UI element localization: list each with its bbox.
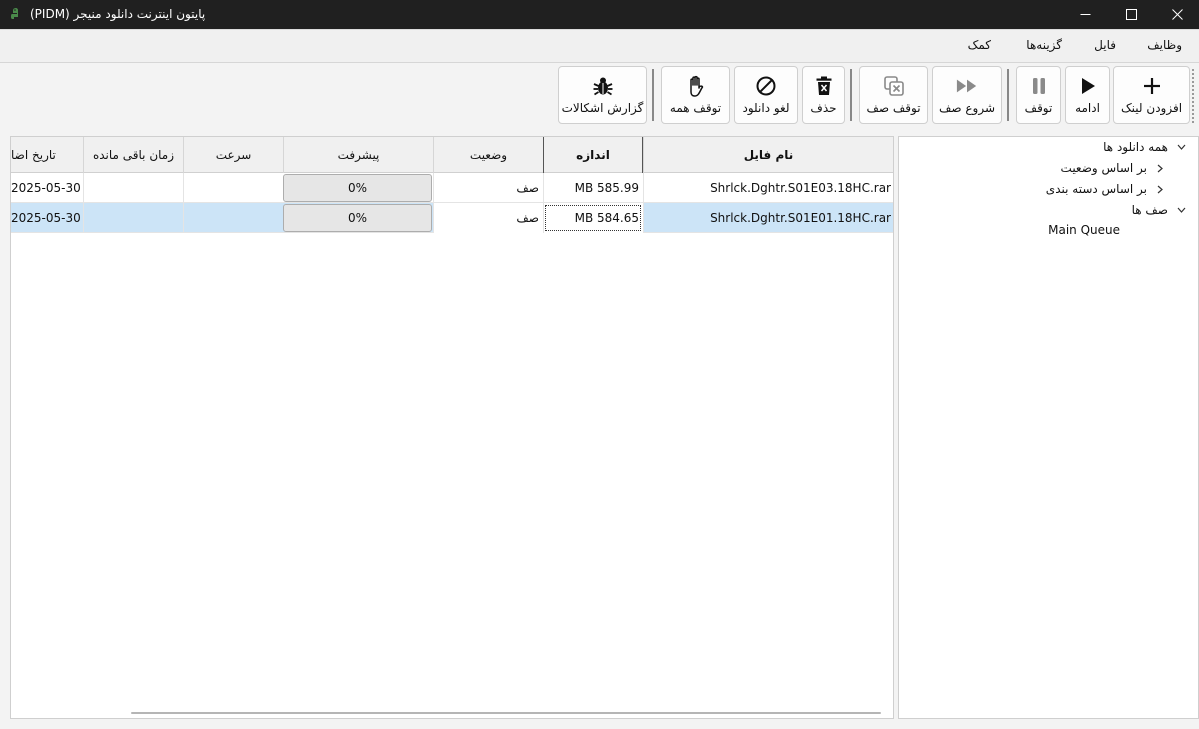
- column-header-file-name[interactable]: نام فایل: [643, 137, 893, 173]
- chevron-down-icon: [1176, 205, 1186, 215]
- menu-help[interactable]: کمک: [968, 38, 991, 52]
- close-button[interactable]: [1154, 0, 1199, 29]
- stop-queue-button[interactable]: توقف صف: [859, 66, 928, 124]
- trash-icon: [813, 75, 835, 97]
- delete-button[interactable]: حذف: [802, 66, 845, 124]
- minimize-icon: [1080, 14, 1090, 15]
- size-cell: MB 584.65: [543, 203, 643, 233]
- cancel-download-label: لغو دانلود: [742, 101, 790, 115]
- tree-item-label: صف ها: [1131, 203, 1168, 217]
- status-cell: صف: [433, 173, 543, 203]
- table-header: تاریخ اضا زمان باقی مانده سرعت پیشرفت وض…: [11, 137, 893, 173]
- size-cell: MB 585.99: [543, 173, 643, 203]
- toolbar-separator: [1007, 69, 1009, 121]
- chevron-right-icon: [1155, 163, 1165, 173]
- add-link-button[interactable]: افزودن لینک: [1113, 66, 1190, 124]
- add-link-label: افزودن لینک: [1120, 101, 1183, 115]
- tree-item-queues[interactable]: صف ها: [1132, 203, 1186, 217]
- menu-tasks[interactable]: وظایف: [1147, 38, 1182, 52]
- start-queue-label: شروع صف: [938, 101, 996, 115]
- play-icon: [1077, 75, 1099, 97]
- date-added-cell: 2025-05-30: [11, 181, 81, 195]
- progress-bar: 0%: [283, 174, 432, 202]
- plus-icon: [1141, 75, 1163, 97]
- maximize-button[interactable]: [1108, 0, 1154, 29]
- chevron-down-icon: [1176, 142, 1186, 152]
- column-header-time-left[interactable]: زمان باقی مانده: [83, 137, 183, 173]
- column-header-size[interactable]: اندازه: [543, 137, 643, 173]
- column-header-status[interactable]: وضعیت: [433, 137, 543, 173]
- resume-button[interactable]: ادامه: [1065, 66, 1110, 124]
- stop-queue-icon: [883, 75, 905, 97]
- toolbar-grip[interactable]: [1192, 69, 1194, 123]
- toolbar: افزودن لینک ادامه توقف شروع صف توقف صف ح…: [0, 63, 1199, 129]
- stop-queue-label: توقف صف: [866, 101, 921, 115]
- speed-cell: [183, 203, 283, 233]
- tree-item-label: همه دانلود ها: [1103, 140, 1168, 154]
- time-left-cell: [83, 173, 183, 203]
- status-bar: [0, 719, 1199, 729]
- title-bar: (PIDM) پایتون اینترنت دانلود منیجر: [0, 0, 1199, 29]
- bug-icon: [592, 75, 614, 97]
- window-title: (PIDM) پایتون اینترنت دانلود منیجر: [30, 7, 206, 21]
- category-tree: همه دانلود ها بر اساس وضعیت بر اساس دسته…: [898, 136, 1199, 719]
- cancel-icon: [755, 75, 777, 97]
- horizontal-scrollbar[interactable]: [131, 712, 881, 714]
- date-added-cell: 2025-05-30: [11, 211, 81, 225]
- time-left-cell: [83, 203, 183, 233]
- menu-bar: وظایف فایل گزینه‌ها کمک: [0, 29, 1199, 63]
- column-header-date-added[interactable]: تاریخ اضا: [11, 137, 83, 173]
- menu-options[interactable]: گزینه‌ها: [1026, 38, 1062, 52]
- tree-item-label: Main Queue: [1048, 223, 1120, 237]
- menu-file[interactable]: فایل: [1094, 38, 1116, 52]
- chevron-right-icon: [1155, 184, 1165, 194]
- tree-item-label: بر اساس دسته بندی: [1045, 182, 1147, 196]
- table-row[interactable]: 2025-05-30 0% صف MB 584.65 Shrlck.Dghtr.…: [11, 203, 893, 233]
- tree-item-label: بر اساس وضعیت: [1060, 161, 1147, 175]
- minimize-button[interactable]: [1062, 0, 1108, 29]
- hand-stop-icon: [685, 75, 707, 97]
- progress-bar: 0%: [283, 204, 432, 232]
- delete-label: حذف: [810, 101, 837, 115]
- toolbar-separator: [652, 69, 654, 121]
- report-bugs-button[interactable]: گزارش اشکالات: [558, 66, 647, 124]
- stop-all-label: توقف همه: [669, 101, 722, 115]
- speed-cell: [183, 173, 283, 203]
- toolbar-separator: [850, 69, 852, 121]
- table-row[interactable]: 2025-05-30 0% صف MB 585.99 Shrlck.Dghtr.…: [11, 173, 893, 203]
- pause-label: توقف: [1024, 101, 1053, 115]
- pause-icon: [1028, 75, 1050, 97]
- tree-item-main-queue[interactable]: Main Queue: [1048, 223, 1120, 237]
- status-cell: صف: [433, 203, 543, 233]
- tree-item-by-status[interactable]: بر اساس وضعیت: [1061, 161, 1165, 175]
- cancel-download-button[interactable]: لغو دانلود: [734, 66, 798, 124]
- file-name-cell: Shrlck.Dghtr.S01E03.18HC.rar: [643, 173, 893, 203]
- close-icon: [1171, 9, 1183, 20]
- maximize-icon: [1125, 9, 1137, 20]
- start-queue-button[interactable]: شروع صف: [932, 66, 1002, 124]
- downloads-table: تاریخ اضا زمان باقی مانده سرعت پیشرفت وض…: [10, 136, 894, 719]
- resume-label: ادامه: [1075, 101, 1100, 115]
- python-logo-icon: [10, 7, 22, 21]
- column-header-speed[interactable]: سرعت: [183, 137, 283, 173]
- tree-item-by-category[interactable]: بر اساس دسته بندی: [1046, 182, 1165, 196]
- stop-all-button[interactable]: توقف همه: [661, 66, 730, 124]
- file-name-cell: Shrlck.Dghtr.S01E01.18HC.rar: [643, 203, 893, 233]
- column-header-progress[interactable]: پیشرفت: [283, 137, 433, 173]
- report-bugs-label: گزارش اشکالات: [561, 101, 644, 115]
- tree-item-all-downloads[interactable]: همه دانلود ها: [1103, 140, 1186, 154]
- fast-forward-icon: [956, 75, 978, 97]
- pause-button[interactable]: توقف: [1016, 66, 1061, 124]
